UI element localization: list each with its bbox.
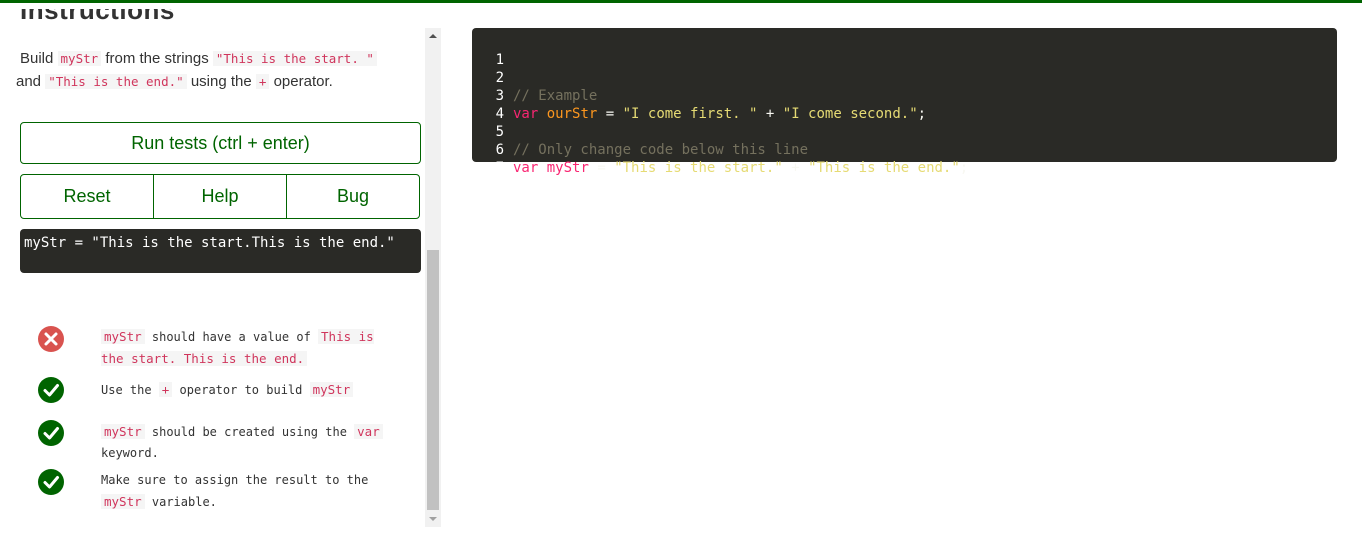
editor-line: 1	[472, 33, 1337, 68]
editor-line: 2 // Example	[472, 51, 1337, 104]
editor-line: 5 // Only change code below this line	[472, 105, 1337, 158]
line-number: 7	[495, 160, 504, 176]
instructions-heading: Instructions	[20, 9, 175, 25]
test-text: Make sure to assign the result to the my…	[101, 473, 369, 509]
check-circle-icon	[38, 420, 64, 446]
instructions-pane: Instructions Build myStr from the string…	[0, 3, 425, 550]
x-circle-icon	[38, 326, 64, 352]
code-editor[interactable]: 1 2 // Example 3 var ourStr = "I come fi…	[472, 28, 1337, 176]
instructions-description: Build myStr from the strings "This is th…	[16, 47, 420, 93]
editor-line: 4	[472, 87, 1337, 122]
arrow-down-icon[interactable]	[425, 511, 441, 527]
instructions-heading-clipped: Instructions	[20, 9, 180, 27]
run-tests-button[interactable]: Run tests (ctrl + enter)	[20, 122, 421, 164]
help-button[interactable]: Help	[154, 175, 287, 218]
editor-line: 3 var ourStr = "I come first. " + "I com…	[472, 69, 1337, 122]
editor-line: 6 var myStr = "This is the start." + "Th…	[472, 123, 1337, 176]
inline-code-end-string: "This is the end."	[45, 74, 187, 89]
scrollbar-thumb[interactable]	[427, 250, 439, 510]
arrow-up-icon[interactable]	[425, 28, 441, 44]
action-button-group: Reset Help Bug	[20, 174, 420, 219]
check-circle-icon	[38, 377, 64, 403]
inline-code-plus: +	[255, 74, 270, 89]
editor-line: 7	[472, 141, 1337, 176]
reset-button[interactable]: Reset	[21, 175, 154, 218]
test-text: myStr should be created using the var ke…	[101, 421, 401, 464]
inline-code-mystr: myStr	[57, 51, 102, 66]
inline-code-start-string: "This is the start. "	[212, 51, 377, 66]
instructions-scrollbar[interactable]	[425, 28, 441, 527]
test-text: Use the + operator to build myStr	[101, 379, 401, 401]
bug-button[interactable]: Bug	[287, 175, 419, 218]
test-text: myStr should have a value of This is the…	[101, 329, 374, 366]
console-output: myStr = "This is the start.This is the e…	[20, 229, 421, 273]
check-circle-icon	[38, 469, 64, 495]
